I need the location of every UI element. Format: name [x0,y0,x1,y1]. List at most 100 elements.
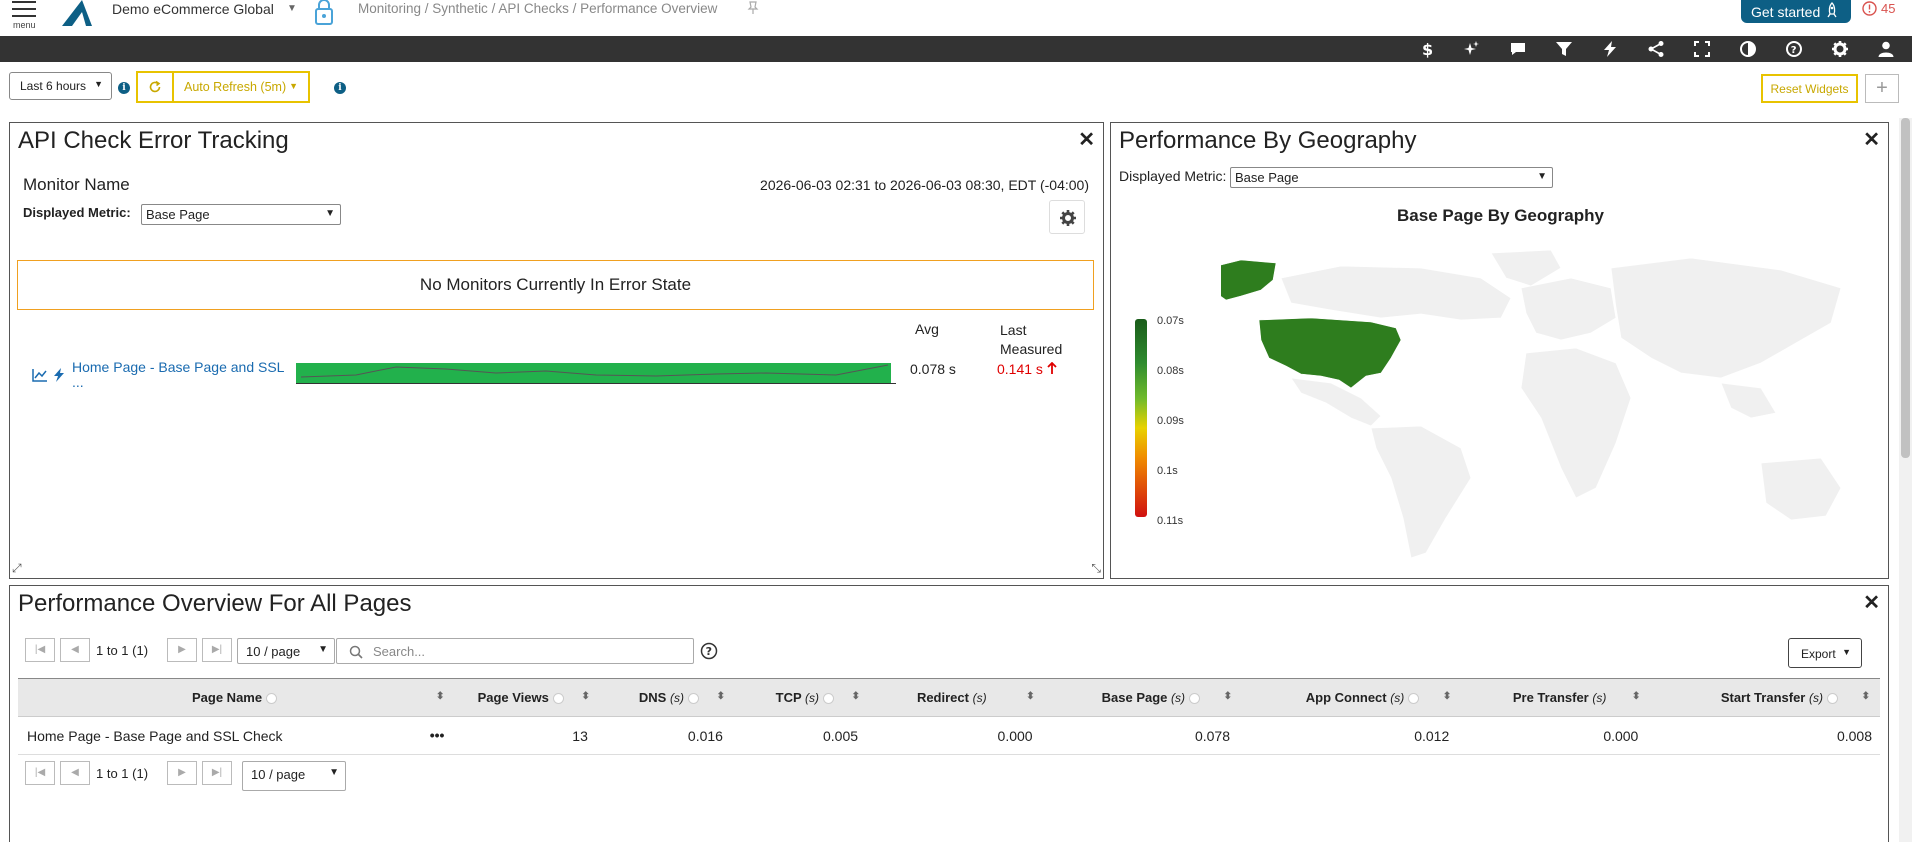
share-icon[interactable] [1647,40,1665,58]
org-caret-icon[interactable]: ▼ [287,3,297,14]
close-icon[interactable]: ✕ [1078,127,1095,152]
contrast-icon[interactable] [1739,40,1757,58]
column-header-base-page[interactable]: Base Page (s) ⬍ [1044,678,1243,717]
map-region-alaska[interactable] [1221,259,1277,301]
info-icon[interactable] [687,693,699,705]
sparkle-icon[interactable] [1463,40,1481,58]
refresh-button[interactable] [136,71,174,103]
column-header-pre-transfer[interactable]: Pre Transfer (s) ⬍ [1461,678,1651,717]
info-icon[interactable] [266,693,278,705]
menu-button[interactable]: menu [8,0,40,34]
legend-label: 0.1s [1157,465,1178,477]
auto-refresh-select[interactable]: Auto Refresh (5m) ▼ [173,71,310,103]
metric-select[interactable]: Base Page ▼ [141,204,341,225]
legend-label: 0.09s [1157,415,1184,427]
column-header-start-transfer[interactable]: Start Transfer (s) ⬍ [1650,678,1880,717]
monitor-link[interactable]: Home Page - Base Page and SSL ... [72,360,292,390]
sort-icon[interactable]: ⬍ [1862,691,1870,702]
last-page-button[interactable]: ▶| [202,761,232,785]
cell-base-page: 0.078 [1044,716,1243,755]
reset-widgets-button[interactable]: Reset Widgets [1761,74,1858,103]
map-region-asia[interactable] [1610,257,1842,379]
help-icon[interactable]: ? [1785,40,1803,58]
legend-label: 0.07s [1157,315,1184,327]
user-icon[interactable] [1877,40,1895,58]
map-region-mexico-central[interactable] [1290,377,1382,427]
sort-icon[interactable]: ⬍ [581,691,589,702]
chart-line-icon[interactable] [32,368,48,382]
map-region-southeast-asia[interactable] [1720,382,1777,419]
get-started-button[interactable]: Get started [1741,0,1851,23]
first-page-button[interactable]: |◀ [25,638,55,662]
sort-icon[interactable]: ⬍ [1026,691,1034,702]
next-page-button[interactable]: ▶ [167,638,197,662]
first-page-button[interactable]: |◀ [25,761,55,785]
close-icon[interactable]: ✕ [1863,590,1880,615]
scrollbar-thumb[interactable] [1901,118,1910,458]
page-scrollbar[interactable] [1899,118,1912,842]
column-header-app-connect[interactable]: App Connect (s) ⬍ [1242,678,1462,717]
per-page-select[interactable]: 10 / page ▼ [242,761,346,791]
map-region-europe[interactable] [1520,277,1617,341]
column-header-tcp[interactable]: TCP (s) ⬍ [734,678,871,717]
hamburger-icon [12,1,36,22]
resize-handle-icon[interactable]: ⤡ [1091,561,1101,576]
next-page-button[interactable]: ▶ [167,761,197,785]
row-actions-icon[interactable]: ••• [430,727,445,743]
breadcrumb[interactable]: Monitoring / Synthetic / API Checks / Pe… [358,1,717,16]
per-page-select[interactable]: 10 / page ▼ [237,638,335,664]
pin-icon[interactable] [746,1,760,15]
map-region-south-america[interactable] [1370,425,1472,559]
info-icon[interactable]: i [118,82,130,94]
chevron-down-icon: ▼ [329,767,339,778]
map-region-australia[interactable] [1760,457,1842,521]
sort-icon[interactable]: ⬍ [1632,691,1640,702]
dollar-icon[interactable]: $ [1417,40,1435,59]
filter-icon[interactable] [1555,40,1573,58]
metric-select[interactable]: Base Page ▼ [1230,167,1553,188]
map-region-united-states[interactable] [1258,317,1402,389]
pagination-top: |◀ ◀ 1 to 1 (1) ▶ ▶| 10 / page ▼ [25,638,335,664]
sort-icon[interactable]: ⬍ [1443,691,1451,702]
column-header-page-name[interactable]: Page Name ⬍ [18,678,455,717]
info-icon[interactable] [823,693,835,705]
add-widget-button[interactable]: + [1865,74,1899,103]
resize-handle-icon[interactable]: ⤢ [12,561,22,576]
column-header-redirect[interactable]: Redirect (s) ⬍ [870,678,1045,717]
info-icon[interactable] [552,693,564,705]
fullscreen-icon[interactable] [1693,40,1711,58]
close-icon[interactable]: ✕ [1863,127,1880,152]
map-region-africa[interactable] [1520,347,1632,499]
alert-indicator[interactable]: 45 [1862,0,1910,18]
prev-page-button[interactable]: ◀ [60,638,90,662]
info-icon[interactable]: i [334,82,346,94]
chevron-down-icon: ▼ [1842,647,1851,657]
time-range-select[interactable]: Last 6 hours ▼ [9,72,112,100]
sort-icon[interactable]: ⬍ [717,691,725,702]
info-icon[interactable] [1827,693,1838,705]
sort-icon[interactable]: ⬍ [852,691,860,702]
sort-icon[interactable]: ⬍ [1224,691,1232,702]
gear-icon[interactable] [1831,40,1849,58]
comment-icon[interactable] [1509,40,1527,58]
table-row[interactable]: Home Page - Base Page and SSL Check ••• … [18,716,1880,755]
column-header-dns[interactable]: DNS (s) ⬍ [599,678,735,717]
map-region-canada[interactable] [1280,265,1512,321]
column-header-page-views[interactable]: Page Views ⬍ [454,678,600,717]
settings-button[interactable] [1049,200,1085,234]
info-icon[interactable] [1189,693,1201,705]
bolt-icon[interactable] [1601,40,1619,58]
search-input[interactable]: Search... [336,638,694,664]
info-icon[interactable] [1408,693,1420,705]
monitor-avg-value: 0.078 s [910,361,956,377]
export-button[interactable]: Export ▼ [1788,638,1862,668]
map-region-greenland[interactable] [1490,249,1562,287]
prev-page-button[interactable]: ◀ [60,761,90,785]
sort-icon[interactable]: ⬍ [436,691,444,702]
world-map[interactable] [1221,248,1861,568]
monitor-row-icons [32,368,72,384]
help-circle-icon[interactable]: ? [700,642,718,660]
lock-icon[interactable] [310,0,338,28]
last-page-button[interactable]: ▶| [202,638,232,662]
org-name[interactable]: Demo eCommerce Global [112,1,274,17]
